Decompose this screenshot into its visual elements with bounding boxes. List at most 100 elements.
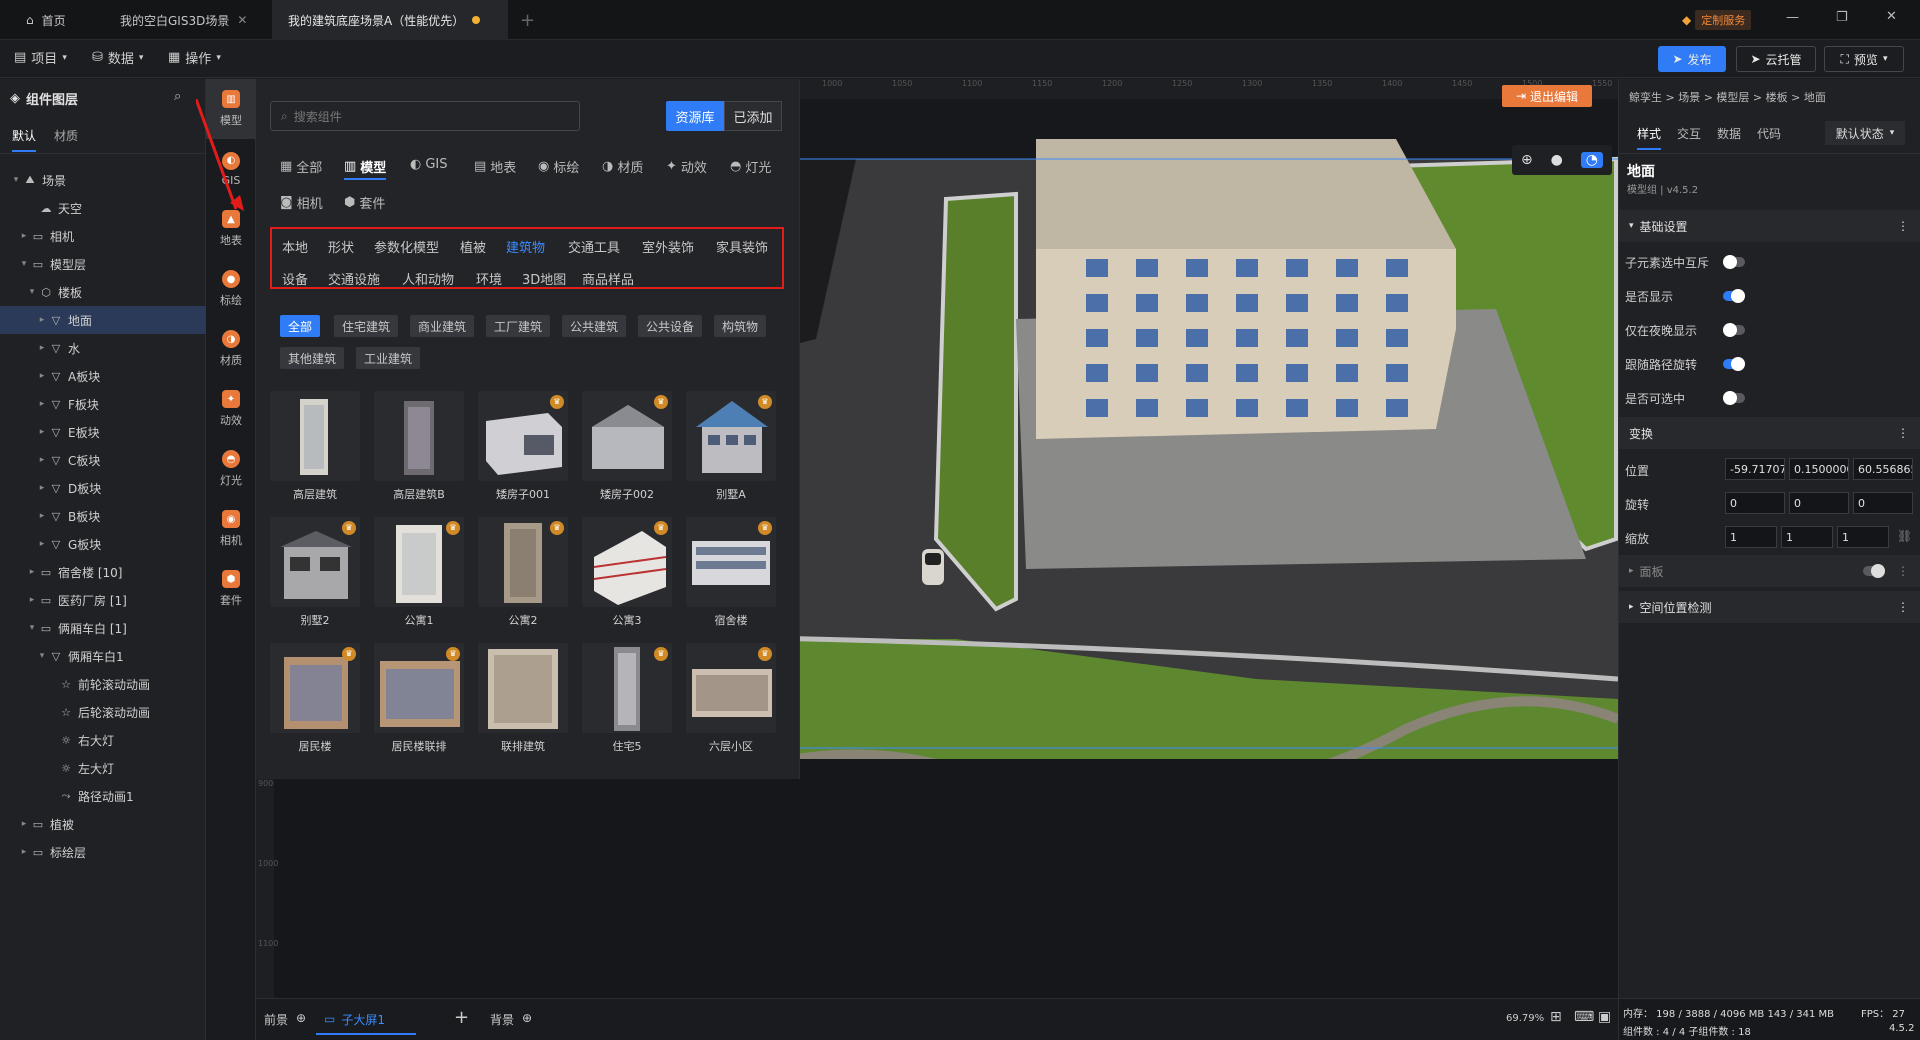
toggle-selectable[interactable] — [1723, 391, 1745, 405]
chip-public-building[interactable]: 公共建筑 — [562, 315, 627, 337]
chevron-down-icon[interactable]: ▾ — [26, 623, 38, 633]
subcat-vegetation[interactable]: 植被 — [460, 237, 486, 256]
more-icon[interactable]: ⋮ — [1897, 564, 1909, 578]
tree-item-camera[interactable]: ▸ ▭ 相机 — [0, 222, 206, 250]
toggle-night-only[interactable] — [1723, 323, 1745, 337]
chevron-right-icon[interactable]: ▸ — [18, 231, 30, 241]
tree-item-front-wheel-anim[interactable]: ☆ 前轮滚动动画 — [0, 670, 206, 698]
section-transform-header[interactable]: 变换 ⋮ — [1619, 417, 1920, 449]
subcat-environment[interactable]: 环境 — [476, 269, 502, 288]
chevron-right-icon[interactable]: ▸ — [36, 371, 48, 381]
menu-data[interactable]: ⛁ 数据 ▾ — [92, 48, 143, 67]
tree-item-block-c[interactable]: ▸ ▽ C板块 — [0, 446, 206, 474]
tree-item-water[interactable]: ▸ ▽ 水 — [0, 334, 206, 362]
category-kit[interactable]: ⬢ 套件 — [344, 193, 385, 212]
category-gis[interactable]: ◐ GIS — [410, 157, 448, 172]
chevron-down-icon[interactable]: ▾ — [26, 287, 38, 297]
restore-icon[interactable]: ❐ — [1836, 10, 1848, 25]
model-card[interactable]: ♛ — [374, 643, 464, 733]
subcat-param-model[interactable]: 参数化模型 — [374, 237, 439, 256]
section-space-header[interactable]: ▸ 空间位置检测 ⋮ — [1619, 591, 1920, 623]
add-screen-icon[interactable]: + — [454, 1007, 469, 1028]
globe-icon[interactable]: ⊕ — [1521, 152, 1533, 168]
chevron-down-icon[interactable]: ▾ — [18, 259, 30, 269]
fit-screen-icon[interactable]: ⊞ — [1550, 1009, 1562, 1025]
model-card[interactable] — [478, 643, 568, 733]
new-tab-icon[interactable]: + — [520, 10, 535, 31]
sphere-icon[interactable]: ● — [1551, 152, 1563, 168]
custom-service-button[interactable]: ◆ 定制服务 — [1682, 10, 1758, 30]
category-model[interactable]: ▥ 模型 — [344, 157, 387, 180]
tree-item-pharma[interactable]: ▸ ▭ 医药厂房 [1] — [0, 586, 206, 614]
close-icon[interactable]: ✕ — [237, 13, 247, 27]
section-basic-header[interactable]: ▾ 基础设置 ⋮ — [1619, 210, 1920, 242]
tree-item-path-anim[interactable]: ⤳ 路径动画1 — [0, 782, 206, 810]
subcat-products[interactable]: 商品样品 — [582, 269, 634, 288]
chevron-right-icon[interactable]: ▸ — [36, 427, 48, 437]
scale-x-input[interactable]: 1 — [1725, 526, 1777, 548]
tree-item-rear-wheel-anim[interactable]: ☆ 后轮滚动动画 — [0, 698, 206, 726]
add-circle-icon[interactable]: ⊕ — [296, 1011, 306, 1028]
tree-item-left-light[interactable]: ☼ 左大灯 — [0, 754, 206, 782]
subcat-3d-map[interactable]: 3D地图 — [522, 269, 566, 288]
subcat-traffic[interactable]: 交通设施 — [328, 269, 380, 288]
rotation-y-input[interactable]: 0 — [1789, 492, 1849, 514]
chip-commercial[interactable]: 商业建筑 — [410, 315, 475, 337]
category-plot[interactable]: ◉ 标绘 — [538, 157, 579, 176]
position-y-input[interactable]: 0.1500000 — [1789, 458, 1849, 480]
model-card[interactable]: ♛ — [478, 391, 568, 481]
chevron-right-icon[interactable]: ▸ — [26, 567, 38, 577]
category-terrain[interactable]: ▤ 地表 — [474, 157, 516, 176]
model-card[interactable]: ♛ — [686, 391, 776, 481]
chevron-right-icon[interactable]: ▸ — [36, 399, 48, 409]
chip-residential[interactable]: 住宅建筑 — [334, 315, 399, 337]
menu-project[interactable]: ▤ 项目 ▾ — [14, 48, 67, 67]
close-window-icon[interactable]: ✕ — [1886, 9, 1897, 24]
model-card[interactable] — [374, 391, 464, 481]
tree-item-dorm[interactable]: ▸ ▭ 宿舍楼 [10] — [0, 558, 206, 586]
tab-sub-screen[interactable]: ▭ 子大屏1 — [316, 1005, 416, 1035]
publish-button[interactable]: ➤ 发布 — [1658, 46, 1726, 72]
subcat-building[interactable]: 建筑物 — [506, 237, 545, 256]
tree-item-floor[interactable]: ▾ ⬡ 楼板 — [0, 278, 206, 306]
tree-item-block-e[interactable]: ▸ ▽ E板块 — [0, 418, 206, 446]
more-icon[interactable]: ⋮ — [1897, 600, 1909, 614]
chevron-right-icon[interactable]: ▸ — [36, 315, 48, 325]
tab-blank-gis[interactable]: 我的空白GIS3D场景 ✕ — [104, 0, 272, 40]
chip-public-equipment[interactable]: 公共设备 — [638, 315, 703, 337]
tree-item-block-a[interactable]: ▸ ▽ A板块 — [0, 362, 206, 390]
chevron-right-icon[interactable]: ▸ — [18, 847, 30, 857]
tab-interaction[interactable]: 交互 — [1677, 125, 1701, 142]
add-circle-icon[interactable]: ⊕ — [522, 1011, 532, 1028]
chip-factory[interactable]: 工厂建筑 — [486, 315, 551, 337]
chevron-down-icon[interactable]: ▾ — [36, 651, 48, 661]
position-x-input[interactable]: -59.717079 — [1725, 458, 1785, 480]
iconbar-light[interactable]: ◓ 灯光 — [206, 439, 256, 499]
category-material[interactable]: ◑ 材质 — [602, 157, 643, 176]
tree-item-ground[interactable]: ▸ ▽ 地面 — [0, 306, 206, 334]
exit-edit-button[interactable]: ⇥ 退出编辑 — [1502, 85, 1592, 107]
chevron-right-icon[interactable]: ▸ — [18, 819, 30, 829]
tab-default[interactable]: 默认 — [12, 127, 37, 152]
tab-code[interactable]: 代码 — [1757, 125, 1781, 142]
subcat-outdoor[interactable]: 室外装饰 — [642, 237, 694, 256]
chevron-right-icon[interactable]: ▸ — [36, 343, 48, 353]
subcat-vehicle[interactable]: 交通工具 — [568, 237, 620, 256]
terminal-icon[interactable]: ▣ — [1598, 1009, 1611, 1025]
scale-y-input[interactable]: 1 — [1781, 526, 1833, 548]
model-card[interactable]: ♛ — [686, 517, 776, 607]
tab-background[interactable]: 背景 ⊕ — [490, 1011, 532, 1028]
rotation-z-input[interactable]: 0 — [1853, 492, 1913, 514]
tree-item-block-f[interactable]: ▸ ▽ F板块 — [0, 390, 206, 418]
tree-item-car[interactable]: ▾ ▽ 俩厢车白1 — [0, 642, 206, 670]
tree-item-block-b[interactable]: ▸ ▽ B板块 — [0, 502, 206, 530]
chevron-right-icon[interactable]: ▸ — [36, 483, 48, 493]
search-icon[interactable]: ⌕ — [174, 89, 181, 104]
minimize-icon[interactable]: — — [1786, 10, 1799, 25]
tab-style[interactable]: 样式 — [1637, 125, 1662, 150]
tree-item-model-layer[interactable]: ▾ ▭ 模型层 — [0, 250, 206, 278]
toggle-child-exclusive[interactable] — [1723, 255, 1745, 269]
section-panel-header[interactable]: ▸ 面板 ⋮ — [1619, 555, 1920, 587]
orbit-icon[interactable]: ◔ — [1580, 152, 1604, 168]
iconbar-camera[interactable]: ◉ 相机 — [206, 499, 256, 559]
